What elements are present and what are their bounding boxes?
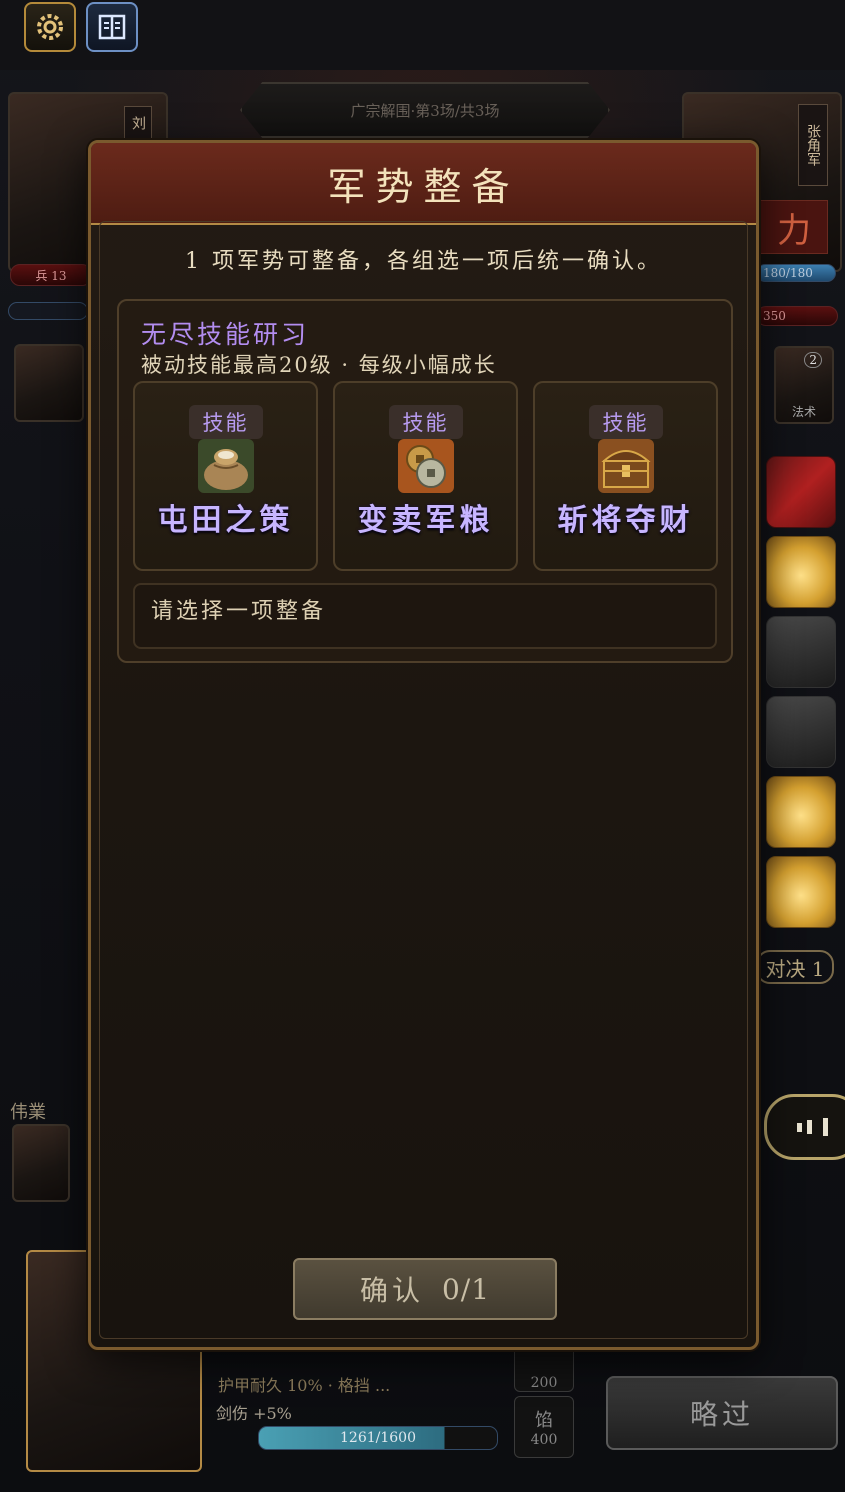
soldier-unit-item[interactable] — [766, 616, 836, 688]
grain-sack-icon — [197, 439, 254, 493]
confirm-button[interactable]: 确认 0/1 — [293, 1258, 557, 1320]
card-name: 变卖军粮 — [357, 503, 494, 538]
left-hero-name-tag: 刘 — [124, 106, 152, 140]
gear-icon — [37, 14, 63, 40]
pause-icon — [797, 1118, 828, 1136]
gold-ingot-item[interactable] — [766, 536, 836, 608]
right-skill-count-badge: 2 — [804, 352, 822, 368]
confirm-label: 确认 — [359, 1274, 424, 1307]
slot-bottom[interactable]: 馅 400 — [514, 1396, 574, 1458]
left-skill-slot[interactable] — [14, 344, 84, 422]
left-hero-energy-bar — [8, 302, 88, 320]
card-name: 屯田之策 — [157, 503, 294, 538]
right-hero-power-glyph: 力 — [760, 200, 828, 254]
card-type-badge: 技能 — [188, 405, 263, 439]
coins-icon — [397, 439, 454, 493]
skip-button[interactable]: 略过 — [606, 1376, 838, 1450]
exp-bar: 1261/1600 — [258, 1426, 498, 1450]
card-type-badge: 技能 — [388, 405, 463, 439]
right-skill-label: 法术 — [791, 405, 816, 419]
stat-line-sword: 剑伤 +5% — [216, 1404, 292, 1423]
right-hero-hp-bar: 180/180 — [756, 264, 836, 282]
option-card-loot[interactable]: 技能 斩将夺财 — [533, 381, 718, 571]
group-description: 被动技能最高20级 · 每级小幅成长 — [141, 353, 497, 377]
pause-button[interactable] — [764, 1094, 845, 1160]
option-card-sell-grain[interactable]: 技能 变卖军粮 — [333, 381, 518, 571]
slot-bottom-value: 400 — [530, 1432, 558, 1448]
modal-header: 军势整备 — [91, 143, 756, 225]
slot-bottom-label: 馅 — [535, 1410, 553, 1431]
slot-top-value: 200 — [530, 1375, 558, 1391]
upgrade-group: 无尽技能研习 被动技能最高20级 · 每级小幅成长 技能 屯田之策 技能 变卖军… — [117, 299, 733, 663]
gold-ingot-item[interactable] — [766, 776, 836, 848]
left-side-label: 伟業 — [10, 1102, 46, 1123]
card-type-badge: 技能 — [588, 405, 663, 439]
option-card-tuntian[interactable]: 技能 屯田之策 — [133, 381, 318, 571]
duel-counter: 对决 1 — [756, 950, 834, 984]
stage-banner: 广宗解围·第3场/共3场 — [240, 82, 610, 138]
army-prep-modal: 军势整备 1 项军势可整备，各组选一项后统一确认。 无尽技能研习 被动技能最高2… — [88, 140, 759, 1350]
modal-subtitle: 1 项军势可整备，各组选一项后统一确认。 — [185, 249, 662, 274]
codex-button[interactable] — [86, 2, 138, 52]
stat-line-armor: 护甲耐久 10% · 格挡 ... — [218, 1376, 391, 1395]
modal-title: 军势整备 — [327, 164, 520, 209]
book-icon — [98, 14, 126, 40]
gold-ingot-item[interactable] — [766, 856, 836, 928]
right-hero-name-tag: 张角军 — [798, 104, 828, 186]
sword-item[interactable] — [766, 456, 836, 528]
group-name: 无尽技能研习 — [141, 320, 310, 349]
card-name: 斩将夺财 — [557, 503, 694, 538]
right-skill-slot[interactable]: 2 法术 — [774, 346, 834, 424]
soldier-unit-item[interactable] — [766, 696, 836, 768]
left-hero-hp-bar: 兵 13 — [10, 264, 92, 286]
selection-hint: 请选择一项整备 — [151, 599, 327, 624]
treasure-chest-icon — [597, 439, 654, 493]
settings-button[interactable] — [24, 2, 76, 52]
right-hero-energy-bar: 350 — [756, 306, 838, 326]
confirm-count: 0/1 — [441, 1272, 491, 1306]
left-reserve-slot[interactable] — [12, 1124, 70, 1202]
selection-hint-box: 请选择一项整备 — [133, 583, 717, 649]
